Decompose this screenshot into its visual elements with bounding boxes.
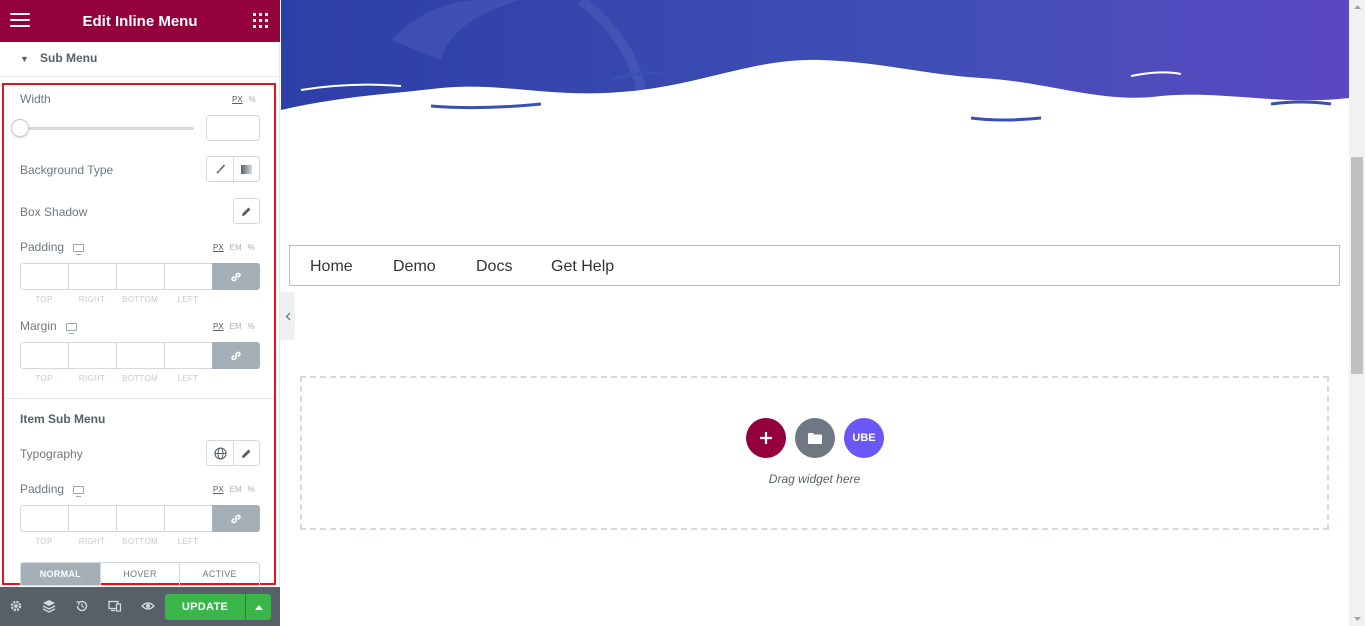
ube-button[interactable]: UBE: [844, 418, 884, 458]
padding-dimensions: [20, 263, 260, 290]
padding-units: PX EM%: [207, 243, 255, 252]
globe-icon[interactable]: [207, 441, 233, 465]
gradient-icon[interactable]: [233, 157, 259, 181]
scroll-down-arrow-icon[interactable]: [1349, 612, 1365, 626]
item-padding-dimensions: [20, 505, 260, 532]
desktop-icon[interactable]: [73, 485, 85, 497]
menu-item-docs[interactable]: Docs: [476, 258, 512, 276]
unit-px[interactable]: PX: [213, 243, 224, 252]
margin-left-input[interactable]: [164, 342, 212, 369]
item-padding-top-input[interactable]: [20, 505, 68, 532]
scroll-up-arrow-icon[interactable]: [1349, 0, 1365, 14]
state-tabs: NORMAL HOVER ACTIVE: [20, 562, 260, 586]
desktop-icon[interactable]: [65, 322, 77, 334]
width-slider-track[interactable]: [20, 127, 194, 130]
item-sub-menu-heading: Item Sub Menu: [20, 412, 106, 426]
unit-em[interactable]: EM: [230, 243, 242, 252]
section-divider: [4, 398, 274, 399]
width-input[interactable]: [206, 115, 260, 141]
padding-top-input[interactable]: [20, 263, 68, 290]
unit-percent[interactable]: %: [248, 485, 255, 494]
margin-dimensions: [20, 342, 260, 369]
caret-up-icon[interactable]: [246, 594, 271, 620]
brush-icon[interactable]: [207, 157, 233, 181]
drag-widget-hint: Drag widget here: [768, 472, 861, 486]
width-slider-handle[interactable]: [11, 119, 29, 137]
margin-units: PX EM%: [207, 322, 255, 331]
tab-hover[interactable]: HOVER: [99, 563, 180, 585]
item-padding-label: Padding: [20, 482, 85, 497]
background-type-label: Background Type: [20, 163, 114, 177]
unit-px[interactable]: PX: [213, 322, 224, 331]
link-icon[interactable]: [212, 342, 260, 369]
item-padding-bottom-input[interactable]: [116, 505, 164, 532]
item-padding-left-input[interactable]: [164, 505, 212, 532]
update-button[interactable]: UPDATE: [165, 594, 245, 620]
margin-dim-labels: TOP RIGHT BOTTOM LEFT: [35, 374, 199, 383]
item-padding-right-input[interactable]: [68, 505, 116, 532]
history-icon[interactable]: [75, 599, 89, 613]
typography-controls: [206, 440, 260, 466]
wave-header-shape: [281, 0, 1349, 122]
padding-bottom-input[interactable]: [116, 263, 164, 290]
settings-icon[interactable]: [9, 599, 23, 613]
scrollbar-thumb[interactable]: [1351, 157, 1363, 374]
padding-right-input[interactable]: [68, 263, 116, 290]
link-icon[interactable]: [212, 263, 260, 290]
padding-left-input[interactable]: [164, 263, 212, 290]
caret-down-icon: ▼: [20, 54, 29, 64]
desktop-icon[interactable]: [73, 243, 85, 255]
menu-item-home[interactable]: Home: [310, 258, 353, 276]
menu-item-demo[interactable]: Demo: [393, 258, 436, 276]
width-units: PX%: [226, 95, 256, 104]
scrollbar[interactable]: [1349, 0, 1365, 626]
item-padding-units: PX EM%: [207, 485, 255, 494]
unit-em[interactable]: EM: [230, 485, 242, 494]
margin-bottom-input[interactable]: [116, 342, 164, 369]
section-title: Sub Menu: [40, 51, 98, 65]
pencil-edit-icon[interactable]: [233, 198, 260, 224]
tab-normal[interactable]: NORMAL: [21, 563, 100, 585]
typography-label: Typography: [20, 447, 83, 461]
box-shadow-label: Box Shadow: [20, 205, 88, 219]
width-label: Width: [20, 92, 51, 106]
background-type-choices: [206, 156, 260, 182]
widgets-grid-icon[interactable]: [253, 13, 268, 28]
panel-header: Edit Inline Menu: [0, 0, 280, 42]
pencil-edit-icon[interactable]: [233, 441, 259, 465]
tab-active[interactable]: ACTIVE: [179, 563, 259, 585]
unit-percent[interactable]: %: [249, 95, 256, 104]
layers-icon[interactable]: [42, 599, 56, 613]
unit-px[interactable]: PX: [213, 485, 224, 494]
item-padding-dim-labels: TOP RIGHT BOTTOM LEFT: [35, 537, 199, 546]
link-icon[interactable]: [212, 505, 260, 532]
unit-px[interactable]: PX: [232, 95, 243, 104]
section-sub-menu-toggle[interactable]: ▼ Sub Menu: [0, 42, 280, 77]
preview-eye-icon[interactable]: [141, 599, 155, 613]
margin-top-input[interactable]: [20, 342, 68, 369]
unit-percent[interactable]: %: [248, 243, 255, 252]
unit-percent[interactable]: %: [248, 322, 255, 331]
padding-label: Padding: [20, 240, 85, 255]
add-section-button[interactable]: [746, 418, 786, 458]
inline-menu: Home Demo Docs Get Help: [289, 245, 1340, 286]
plus-icon: [760, 432, 772, 444]
page-preview: [281, 0, 1349, 626]
folder-icon: [808, 432, 822, 444]
panel-title: Edit Inline Menu: [82, 13, 198, 30]
padding-dim-labels: TOP RIGHT BOTTOM LEFT: [35, 295, 199, 304]
unit-em[interactable]: EM: [230, 322, 242, 331]
responsive-icon[interactable]: [108, 599, 122, 613]
add-template-button[interactable]: [795, 418, 835, 458]
margin-right-input[interactable]: [68, 342, 116, 369]
menu-item-get-help[interactable]: Get Help: [551, 258, 614, 276]
margin-label: Margin: [20, 319, 77, 334]
